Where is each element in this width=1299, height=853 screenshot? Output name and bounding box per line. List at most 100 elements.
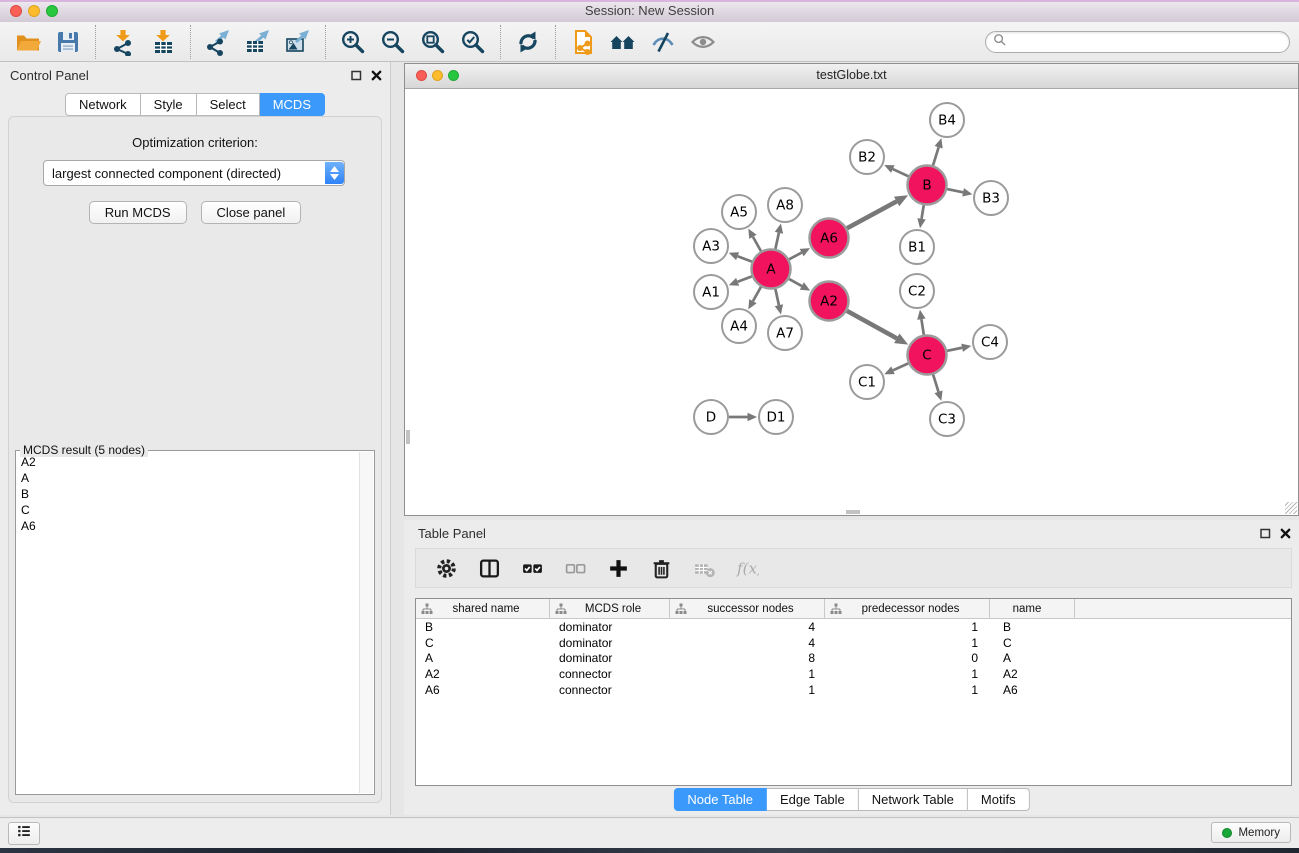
table-cell[interactable]: 1 <box>825 619 990 635</box>
mcds-result-item[interactable]: C <box>21 502 374 518</box>
table-cell[interactable]: dominator <box>550 619 670 635</box>
table-cell[interactable]: A <box>990 651 1075 667</box>
import-table-icon[interactable] <box>145 25 181 59</box>
table-cell[interactable]: connector <box>550 682 670 698</box>
edge-B-B4[interactable] <box>933 147 939 165</box>
search-input[interactable] <box>1007 33 1289 51</box>
save-session-icon[interactable] <box>50 25 86 59</box>
edge-A-A8[interactable] <box>775 233 779 249</box>
table-cell[interactable]: A2 <box>416 666 550 682</box>
table-cell[interactable]: A6 <box>416 682 550 698</box>
resize-grip[interactable] <box>1285 502 1297 514</box>
edge-C-C4[interactable] <box>947 348 962 351</box>
network-window-titlebar[interactable]: testGlobe.txt <box>405 64 1298 89</box>
tab-network-table[interactable]: Network Table <box>859 788 968 811</box>
hide-graphics-details-icon[interactable] <box>645 25 681 59</box>
search-box[interactable] <box>985 31 1290 53</box>
column-header-successor-nodes[interactable]: successor nodes <box>670 599 825 618</box>
edge-A-A6[interactable] <box>789 253 802 260</box>
edge-A2-C[interactable] <box>847 311 897 338</box>
edge-C-C1[interactable] <box>893 363 908 370</box>
export-network-icon[interactable] <box>200 25 236 59</box>
add-column-icon[interactable] <box>605 555 631 581</box>
edge-C-C2[interactable] <box>921 319 923 335</box>
close-table-panel-icon[interactable] <box>1280 526 1291 544</box>
table-cell[interactable]: 1 <box>670 666 825 682</box>
task-history-button[interactable] <box>8 822 40 845</box>
tab-select[interactable]: Select <box>197 93 260 116</box>
open-file-icon[interactable] <box>10 25 46 59</box>
network-file-icon[interactable] <box>565 25 601 59</box>
table-row[interactable]: A6connector11A6 <box>416 682 1291 698</box>
table-cell[interactable]: 0 <box>825 651 990 667</box>
zoom-in-icon[interactable] <box>335 25 371 59</box>
network-graph[interactable]: B4B2BB3A5A8A6A3B1AA1C2A2A4A7C4CC1C3DD1 <box>405 88 1298 515</box>
edge-A-A1[interactable] <box>738 276 752 281</box>
table-cell[interactable]: 1 <box>825 682 990 698</box>
table-cell[interactable]: B <box>990 619 1075 635</box>
run-mcds-button[interactable]: Run MCDS <box>89 201 187 224</box>
refresh-icon[interactable] <box>510 25 546 59</box>
tab-edge-table[interactable]: Edge Table <box>767 788 859 811</box>
edge-B-B2[interactable] <box>893 169 909 176</box>
table-cell[interactable]: A2 <box>990 666 1075 682</box>
edge-A-A3[interactable] <box>738 256 752 261</box>
homes-icon[interactable] <box>605 25 641 59</box>
mcds-scrollbar[interactable] <box>359 452 373 793</box>
table-cell[interactable]: 4 <box>670 635 825 651</box>
network-canvas[interactable]: B4B2BB3A5A8A6A3B1AA1C2A2A4A7C4CC1C3DD1 <box>405 88 1298 515</box>
tab-network[interactable]: Network <box>65 93 141 116</box>
table-cell[interactable]: B <box>416 619 550 635</box>
delete-columns-icon[interactable] <box>648 555 674 581</box>
table-cell[interactable]: 1 <box>825 635 990 651</box>
unselect-all-rows-icon[interactable] <box>562 555 588 581</box>
table-settings-icon[interactable] <box>433 555 459 581</box>
table-cell[interactable]: 4 <box>670 619 825 635</box>
table-row[interactable]: Bdominator41B <box>416 619 1291 635</box>
column-header-shared-name[interactable]: shared name <box>416 599 550 618</box>
select-all-rows-icon[interactable] <box>519 555 545 581</box>
export-table-icon[interactable] <box>240 25 276 59</box>
tab-mcds[interactable]: MCDS <box>260 93 325 116</box>
edge-B-B3[interactable] <box>947 189 963 192</box>
edge-A-A2[interactable] <box>789 279 802 286</box>
tab-node-table[interactable]: Node Table <box>673 788 767 811</box>
zoom-fit-icon[interactable] <box>415 25 451 59</box>
float-panel-icon[interactable] <box>351 68 362 86</box>
network-hscroll-thumb[interactable] <box>846 510 860 514</box>
column-header-name[interactable]: name <box>990 599 1075 618</box>
table-cell[interactable]: A6 <box>990 682 1075 698</box>
table-row[interactable]: A2connector11A2 <box>416 666 1291 682</box>
mcds-result-item[interactable]: A <box>21 470 374 486</box>
split-panel-icon[interactable] <box>476 555 502 581</box>
criterion-dropdown[interactable]: largest connected component (directed) <box>43 160 345 186</box>
table-cell[interactable]: C <box>416 635 550 651</box>
mcds-result-item[interactable]: B <box>21 486 374 502</box>
edge-B-B1[interactable] <box>922 205 924 219</box>
table-cell[interactable]: 1 <box>825 666 990 682</box>
edge-A-A7[interactable] <box>775 289 779 305</box>
column-header-predecessor-nodes[interactable]: predecessor nodes <box>825 599 990 618</box>
table-cell[interactable]: 1 <box>670 682 825 698</box>
network-vscroll-thumb[interactable] <box>406 430 410 444</box>
table-cell[interactable]: C <box>990 635 1075 651</box>
export-image-icon[interactable] <box>280 25 316 59</box>
edge-A6-B[interactable] <box>847 201 897 228</box>
tab-motifs[interactable]: Motifs <box>968 788 1030 811</box>
show-graphics-details-icon[interactable] <box>685 25 721 59</box>
close-panel-icon[interactable] <box>371 68 382 86</box>
table-row[interactable]: Cdominator41C <box>416 635 1291 651</box>
table-cell[interactable]: connector <box>550 666 670 682</box>
zoom-selected-icon[interactable] <box>455 25 491 59</box>
dropdown-stepper-icon[interactable] <box>325 162 344 184</box>
memory-button[interactable]: Memory <box>1211 822 1291 843</box>
zoom-out-icon[interactable] <box>375 25 411 59</box>
edge-A-A5[interactable] <box>753 237 761 251</box>
tab-style[interactable]: Style <box>141 93 197 116</box>
edge-C-C3[interactable] <box>933 375 938 392</box>
table-cell[interactable]: dominator <box>550 651 670 667</box>
table-cell[interactable]: A <box>416 651 550 667</box>
import-network-icon[interactable] <box>105 25 141 59</box>
close-panel-button[interactable]: Close panel <box>201 201 302 224</box>
float-table-panel-icon[interactable] <box>1260 526 1271 544</box>
